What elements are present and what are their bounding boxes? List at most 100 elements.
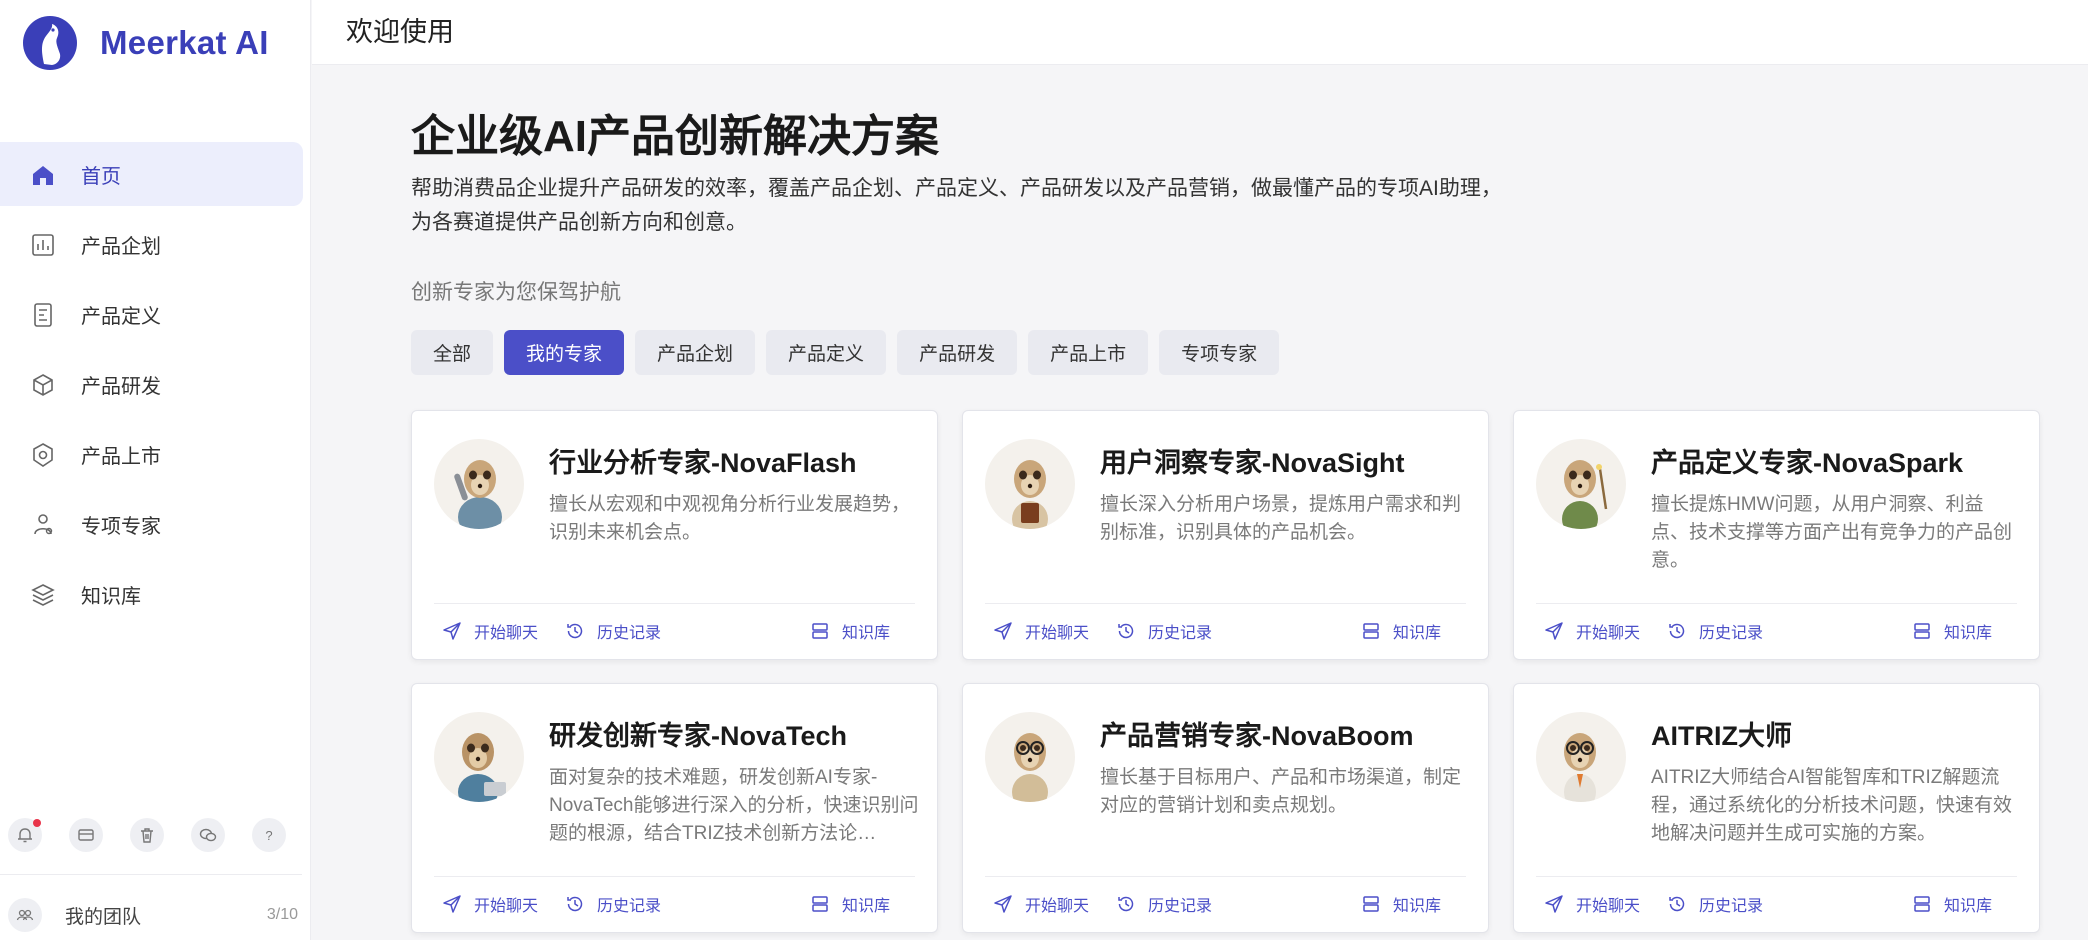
notifications-button[interactable] xyxy=(8,818,42,852)
history-button[interactable]: 历史记录 xyxy=(1667,619,1763,643)
expert-avatar xyxy=(985,712,1075,802)
start-chat-button[interactable]: 开始聊天 xyxy=(993,619,1089,643)
expert-card[interactable]: AITRIZ大师 AITRIZ大师结合AI智能智库和TRIZ解题流程，通过系统化… xyxy=(1513,683,2040,933)
expert-avatar xyxy=(434,712,524,802)
sidebar-item-label: 产品定义 xyxy=(81,305,161,328)
start-chat-label: 开始聊天 xyxy=(474,625,539,642)
send-icon xyxy=(994,622,1012,640)
hero-description-line: 帮助消费品企业提升产品研发的效率，覆盖产品企划、产品定义、产品研发以及产品营销，… xyxy=(411,177,1502,200)
trash-button[interactable] xyxy=(130,818,164,852)
history-icon xyxy=(1118,896,1134,912)
chart-icon xyxy=(32,234,54,256)
history-button[interactable]: 历史记录 xyxy=(1116,892,1212,916)
start-chat-button[interactable]: 开始聊天 xyxy=(1544,619,1640,643)
logo[interactable]: Meerkat AI xyxy=(22,14,269,72)
section-subtitle: 创新专家为您保驾护航 xyxy=(411,281,621,304)
meerkat-logo-icon xyxy=(23,16,77,70)
knowledge-base-button[interactable]: 知识库 xyxy=(1912,619,1992,643)
database-icon xyxy=(1363,623,1379,639)
knowledge-base-button[interactable]: 知识库 xyxy=(810,892,890,916)
knowledge-base-button[interactable]: 知识库 xyxy=(1912,892,1992,916)
history-label: 历史记录 xyxy=(1699,898,1764,915)
expert-description: 面对复杂的技术难题，研发创新AI专家-NovaTech能够进行深入的分析，快速识… xyxy=(549,767,919,844)
sidebar-item-label: 产品研发 xyxy=(81,375,161,398)
hero-title: 企业级AI产品创新解决方案 xyxy=(411,112,939,161)
sidebar-item-definition[interactable]: 产品定义 xyxy=(0,282,303,346)
expert-description: 擅长提炼HMW问题，从用户洞察、利益点、技术支撑等方面产出有竞争力的产品创意。 xyxy=(1651,494,2013,571)
team-icon xyxy=(8,898,42,932)
tab-all[interactable]: 全部 xyxy=(411,330,494,375)
start-chat-label: 开始聊天 xyxy=(1025,625,1090,642)
start-chat-label: 开始聊天 xyxy=(1576,625,1641,642)
history-label: 历史记录 xyxy=(597,625,662,642)
sidebar-item-label: 产品上市 xyxy=(81,445,161,468)
home-icon xyxy=(33,166,53,185)
expert-description: 擅长从宏观和中观视角分析行业发展趋势，识别未来机会点。 xyxy=(549,494,911,543)
knowledge-base-button[interactable]: 知识库 xyxy=(810,619,890,643)
knowledge-base-label: 知识库 xyxy=(1944,625,1993,642)
sidebar-nav: 首页 产品企划 产品定义 产品研发 产品上市 专项专家 知识库 xyxy=(0,142,311,632)
history-icon xyxy=(1669,896,1685,912)
start-chat-button[interactable]: 开始聊天 xyxy=(442,892,538,916)
send-icon xyxy=(994,895,1012,913)
knowledge-base-button[interactable]: 知识库 xyxy=(1361,892,1441,916)
expert-card[interactable]: 研发创新专家-NovaTech 面对复杂的技术难题，研发创新AI专家-NovaT… xyxy=(411,683,938,933)
sidebar-item-experts[interactable]: 专项专家 xyxy=(0,492,303,556)
sidebar-item-knowledge[interactable]: 知识库 xyxy=(0,562,303,626)
knowledge-base-label: 知识库 xyxy=(1944,898,1993,915)
team-switcher[interactable]: 我的团队 3/10 xyxy=(8,898,298,932)
start-chat-button[interactable]: 开始聊天 xyxy=(442,619,538,643)
launch-icon xyxy=(33,443,53,467)
divider xyxy=(985,876,1466,877)
expert-title: 用户洞察专家-NovaSight xyxy=(1100,448,1405,478)
history-label: 历史记录 xyxy=(597,898,662,915)
history-icon xyxy=(1669,623,1685,639)
help-button[interactable]: ? xyxy=(252,818,286,852)
sidebar-item-label: 知识库 xyxy=(81,585,141,608)
history-button[interactable]: 历史记录 xyxy=(565,892,661,916)
history-button[interactable]: 历史记录 xyxy=(1116,619,1212,643)
sidebar-item-home[interactable]: 首页 xyxy=(0,142,303,206)
send-icon xyxy=(1545,622,1563,640)
database-icon xyxy=(812,896,828,912)
knowledge-base-label: 知识库 xyxy=(1393,625,1442,642)
expert-card[interactable]: 用户洞察专家-NovaSight 擅长深入分析用户场景，提炼用户需求和判别标准，… xyxy=(962,410,1489,660)
expert-avatar xyxy=(1536,712,1626,802)
tab-definition[interactable]: 产品定义 xyxy=(766,330,887,375)
history-icon xyxy=(567,896,583,912)
expert-card[interactable]: 行业分析专家-NovaFlash 擅长从宏观和中观视角分析行业发展趋势，识别未来… xyxy=(411,410,938,660)
expert-card[interactable]: 产品定义专家-NovaSpark 擅长提炼HMW问题，从用户洞察、利益点、技术支… xyxy=(1513,410,2040,660)
expert-title: AITRIZ大师 xyxy=(1651,721,1792,751)
history-label: 历史记录 xyxy=(1699,625,1764,642)
start-chat-button[interactable]: 开始聊天 xyxy=(993,892,1089,916)
sidebar-item-rnd[interactable]: 产品研发 xyxy=(0,352,303,416)
history-button[interactable]: 历史记录 xyxy=(1667,892,1763,916)
history-button[interactable]: 历史记录 xyxy=(565,619,661,643)
send-icon xyxy=(443,895,461,913)
start-chat-label: 开始聊天 xyxy=(1025,898,1090,915)
expert-title: 研发创新专家-NovaTech xyxy=(549,721,848,751)
start-chat-label: 开始聊天 xyxy=(1576,898,1641,915)
svg-text:?: ? xyxy=(265,828,272,843)
expert-title: 产品定义专家-NovaSpark xyxy=(1651,448,1964,478)
card-button[interactable] xyxy=(69,818,103,852)
tab-planning[interactable]: 产品企划 xyxy=(635,330,756,375)
database-icon xyxy=(1914,896,1930,912)
expert-avatar xyxy=(985,439,1075,529)
trash-icon xyxy=(141,828,153,843)
sidebar-item-planning[interactable]: 产品企划 xyxy=(0,212,303,276)
tab-special-experts[interactable]: 专项专家 xyxy=(1159,330,1280,375)
bell-icon xyxy=(18,828,32,843)
tab-my-experts[interactable]: 我的专家 xyxy=(504,330,625,375)
sidebar-item-launch[interactable]: 产品上市 xyxy=(0,422,303,486)
database-icon xyxy=(1914,623,1930,639)
wechat-icon xyxy=(199,828,217,842)
database-icon xyxy=(1363,896,1379,912)
divider xyxy=(1536,603,2017,604)
wechat-button[interactable] xyxy=(191,818,225,852)
tab-launch[interactable]: 产品上市 xyxy=(1028,330,1149,375)
expert-card[interactable]: 产品营销专家-NovaBoom 擅长基于目标用户、产品和市场渠道，制定对应的营销… xyxy=(962,683,1489,933)
tab-rnd[interactable]: 产品研发 xyxy=(897,330,1018,375)
knowledge-base-button[interactable]: 知识库 xyxy=(1361,619,1441,643)
start-chat-button[interactable]: 开始聊天 xyxy=(1544,892,1640,916)
